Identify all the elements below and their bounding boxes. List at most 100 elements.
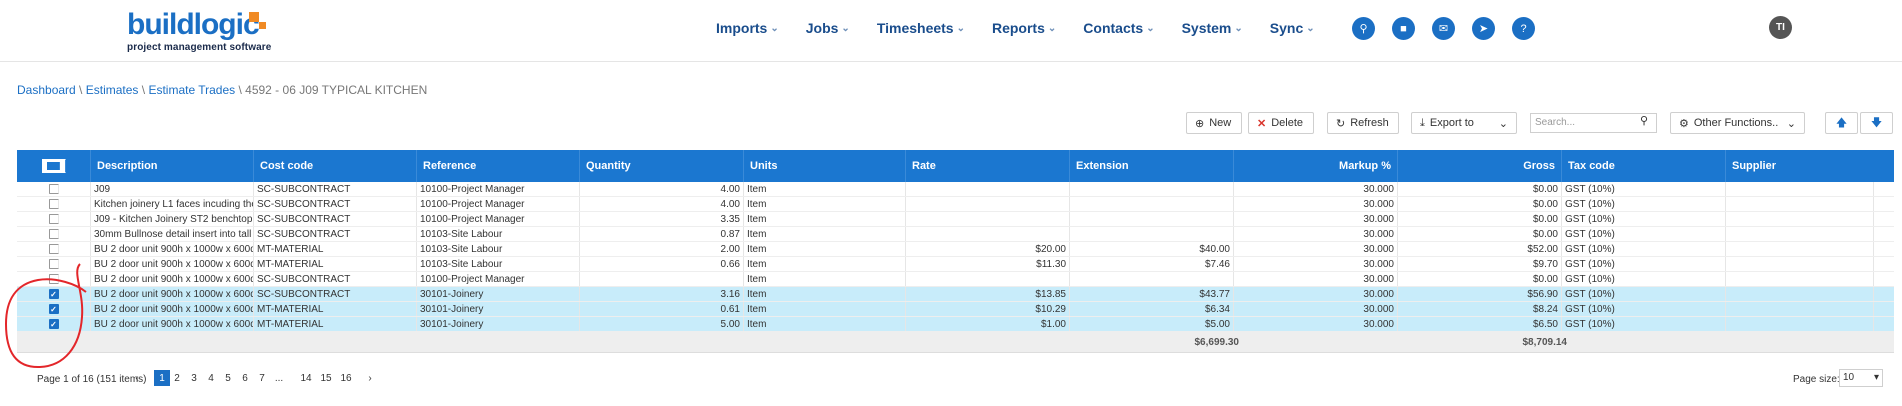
- chevron-down-icon: ⌄: [1786, 117, 1796, 130]
- user-avatar[interactable]: TI: [1769, 16, 1792, 39]
- cell-gross: $6.50: [1398, 317, 1562, 331]
- menu-contacts[interactable]: Contacts ⌄: [1083, 20, 1154, 36]
- cell-description: BU 2 door unit 900h x 1000w x 600d: [91, 287, 254, 301]
- table-row[interactable]: ✓ BU 2 door unit 900h x 1000w x 600d MT-MA…: [17, 302, 1894, 317]
- page-ellipsis[interactable]: ...: [273, 370, 285, 386]
- table-row[interactable]: J09 - Kitchen Joinery ST2 benchtop 8 SC-S…: [17, 212, 1894, 227]
- menu-timesheets[interactable]: Timesheets ⌄: [877, 20, 965, 36]
- cell-supplier: [1726, 182, 1874, 196]
- search-input[interactable]: Search...: [1530, 113, 1657, 133]
- col-reference[interactable]: Reference: [417, 150, 580, 182]
- send-icon[interactable]: ➤: [1472, 17, 1495, 40]
- cell-extension: $5.00: [1070, 317, 1234, 331]
- col-rate[interactable]: Rate: [906, 150, 1070, 182]
- menu-jobs[interactable]: Jobs ⌄: [806, 20, 850, 36]
- col-units[interactable]: Units: [744, 150, 906, 182]
- col-cost-code[interactable]: Cost code: [254, 150, 417, 182]
- page-link[interactable]: 3: [188, 370, 200, 386]
- search-icon[interactable]: ⚲: [1640, 114, 1648, 127]
- refresh-button[interactable]: ↻ Refresh: [1327, 112, 1399, 134]
- chevron-down-icon: ⌄: [1306, 22, 1315, 34]
- delete-button[interactable]: ✕ Delete: [1248, 112, 1314, 134]
- row-checkbox[interactable]: [48, 214, 59, 224]
- menu-imports[interactable]: Imports ⌄: [716, 20, 779, 36]
- cell-reference: 10100-Project Manager: [417, 272, 580, 286]
- table-row[interactable]: 30mm Bullnose detail insert into tall cS…: [17, 227, 1894, 242]
- col-tax-code[interactable]: Tax code: [1562, 150, 1726, 182]
- page-size-label: Page size:: [1793, 374, 1840, 385]
- table-row[interactable]: ✓ BU 2 door unit 900h x 1000w x 600d SC-SU…: [17, 287, 1894, 302]
- top-navigation-bar: buildlogic project management software I…: [0, 0, 1902, 62]
- cell-tax-code: GST (10%): [1562, 197, 1726, 211]
- col-gross[interactable]: Gross: [1398, 150, 1562, 182]
- table-row[interactable]: BU 2 door unit 900h x 1000w x 600d MT-MAT…: [17, 242, 1894, 257]
- next-page-icon[interactable]: ›: [364, 370, 376, 386]
- cell-extension: [1070, 197, 1234, 211]
- move-down-button[interactable]: 🡇: [1860, 112, 1893, 134]
- cell-gross: $9.70: [1398, 257, 1562, 271]
- cell-description: BU 2 door unit 900h x 1000w x 600d: [91, 302, 254, 316]
- col-quantity[interactable]: Quantity: [580, 150, 744, 182]
- page-link[interactable]: 5: [222, 370, 234, 386]
- chevron-down-icon: ⌄: [770, 22, 779, 34]
- chevron-down-icon: ⌄: [1047, 22, 1057, 34]
- cell-rate: $1.00: [906, 317, 1070, 331]
- move-up-button[interactable]: 🡅: [1825, 112, 1858, 134]
- col-extension[interactable]: Extension: [1070, 150, 1234, 182]
- cell-extension: [1070, 227, 1234, 241]
- col-markup[interactable]: Markup %: [1234, 150, 1398, 182]
- other-functions-dropdown[interactable]: ⚙ Other Functions.. ⌄: [1670, 112, 1805, 134]
- cell-cost-code: SC-SUBCONTRACT: [254, 227, 417, 241]
- breadcrumb-estimates[interactable]: Estimates: [86, 83, 139, 97]
- page-link[interactable]: 1: [154, 370, 170, 386]
- page-link[interactable]: 16: [340, 370, 352, 386]
- cell-reference: 10103-Site Labour: [417, 242, 580, 256]
- col-description[interactable]: Description: [91, 150, 254, 182]
- table-row[interactable]: Kitchen joinery L1 faces incuding the SC-…: [17, 197, 1894, 212]
- page-link[interactable]: 15: [320, 370, 332, 386]
- menu-system[interactable]: System ⌄: [1182, 20, 1243, 36]
- cell-rate: $11.30: [906, 257, 1070, 271]
- cell-description: BU 2 door unit 900h x 1000w x 600d: [91, 317, 254, 331]
- mail-icon[interactable]: ✉: [1432, 17, 1455, 40]
- grid-body: J09 SC-SUBCONTRACT 10100-Project Manager 4.…: [17, 182, 1894, 332]
- download-icon: ⤓: [1420, 116, 1425, 129]
- row-checkbox[interactable]: [48, 184, 59, 194]
- page-link[interactable]: 7: [256, 370, 268, 386]
- gear-icon: ⚙: [1679, 117, 1689, 130]
- menu-reports-label: Reports: [991, 20, 1045, 36]
- cell-gross: $0.00: [1398, 182, 1562, 196]
- prev-page-icon[interactable]: ‹: [131, 370, 143, 386]
- help-icon[interactable]: ?: [1512, 17, 1535, 40]
- table-row[interactable]: BU 2 door unit 900h x 1000w x 600d MT-MAT…: [17, 257, 1894, 272]
- row-checkbox[interactable]: [48, 199, 59, 209]
- menu-sync[interactable]: Sync ⌄: [1270, 20, 1315, 36]
- pager: Page 1 of 16 (151 items) ‹ 1 2 3 4 5 6 7... 14 15…: [17, 368, 1894, 388]
- export-dropdown[interactable]: ⤓ Export to ⌄: [1411, 112, 1517, 134]
- new-button[interactable]: ⊕ New: [1186, 112, 1242, 134]
- breadcrumb-estimate-trades[interactable]: Estimate Trades: [148, 83, 235, 97]
- table-row[interactable]: ✓ BU 2 door unit 900h x 1000w x 600d MT-MA…: [17, 317, 1894, 332]
- select-all-checkbox[interactable]: [41, 159, 66, 173]
- chevron-down-icon: ⌄: [1146, 22, 1155, 34]
- page-link[interactable]: 6: [239, 370, 251, 386]
- row-checkbox[interactable]: [48, 244, 59, 254]
- buildlogic-logo[interactable]: buildlogic project management software: [127, 10, 277, 58]
- table-row[interactable]: J09 SC-SUBCONTRACT 10100-Project Manager 4.…: [17, 182, 1894, 197]
- page-link[interactable]: 4: [205, 370, 217, 386]
- cell-rate: [906, 227, 1070, 241]
- col-supplier[interactable]: Supplier: [1726, 150, 1874, 182]
- row-checkbox[interactable]: [48, 229, 59, 239]
- new-button-label: New: [1209, 117, 1232, 129]
- cell-tax-code: GST (10%): [1562, 302, 1726, 316]
- cell-cost-code: MT-MATERIAL: [254, 257, 417, 271]
- page-link[interactable]: 14: [300, 370, 312, 386]
- page-link[interactable]: 2: [171, 370, 183, 386]
- folder-icon[interactable]: ■: [1392, 17, 1415, 40]
- search-icon[interactable]: ⚲: [1352, 17, 1375, 40]
- breadcrumb-dashboard[interactable]: Dashboard: [17, 83, 76, 97]
- page-size-select[interactable]: 10 ▾: [1839, 369, 1883, 387]
- table-row[interactable]: BU 2 door unit 900h x 1000w x 600d SC-SUB…: [17, 272, 1894, 287]
- menu-reports[interactable]: Reports ⌄: [992, 20, 1056, 36]
- other-functions-label: Other Functions..: [1693, 117, 1779, 129]
